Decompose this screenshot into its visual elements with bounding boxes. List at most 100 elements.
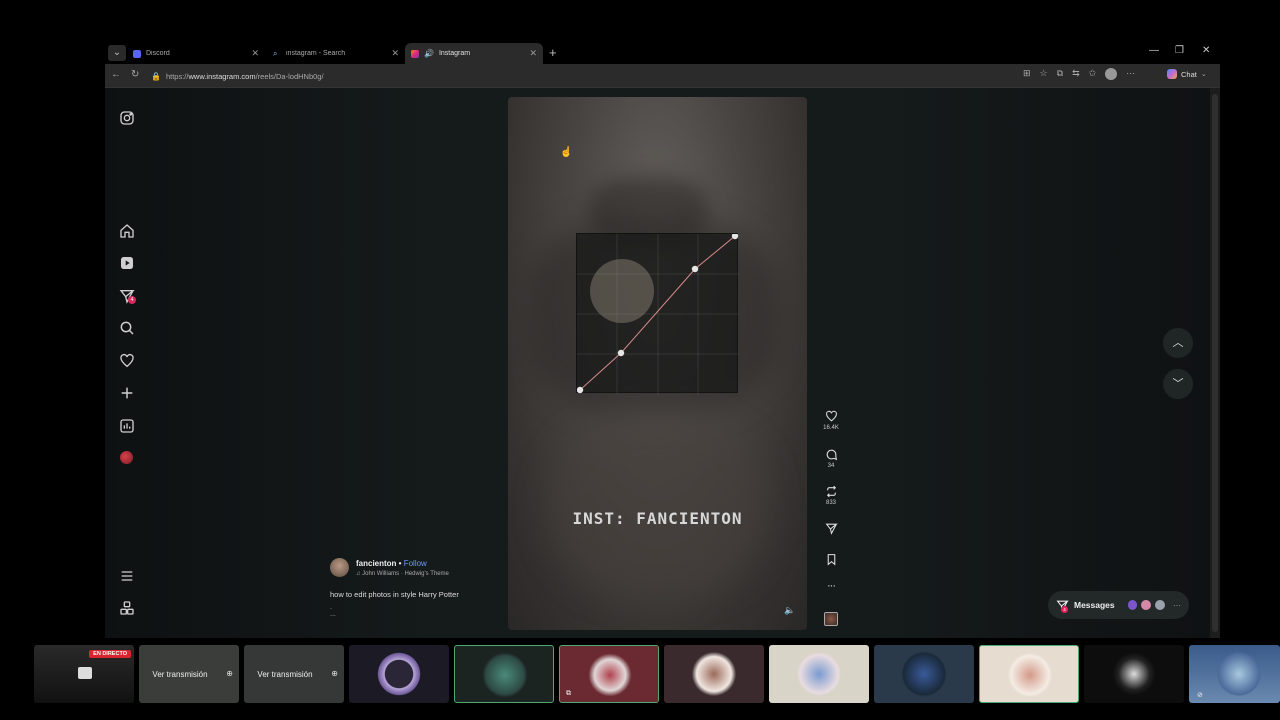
mouse-cursor-icon: ☝	[560, 147, 573, 158]
next-reel-button[interactable]: ﹀	[1163, 369, 1193, 399]
tab-instagram-search[interactable]: ⌕ instagram - Search ✕	[267, 43, 405, 64]
tab-instagram[interactable]: 🔊 Instagram ✕	[405, 43, 543, 64]
speaker-icon[interactable]: 🔊	[424, 49, 434, 58]
refresh-button[interactable]: ↻	[131, 69, 139, 80]
url-field[interactable]: 🔒 https://www.instagram.com/reels/Da-lod…	[151, 68, 1001, 84]
profile-avatar[interactable]	[1105, 68, 1118, 80]
zoom-in-icon[interactable]: ⊕	[331, 669, 338, 678]
chevron-down-icon[interactable]: ⌄	[1201, 70, 1207, 78]
address-bar: ← ↻ 🔒 https://www.instagram.com/reels/Da…	[105, 64, 1220, 88]
reels-icon[interactable]	[119, 255, 135, 271]
instagram-sidebar: 4	[105, 88, 149, 638]
previous-reel-button[interactable]: ︿	[1163, 328, 1193, 358]
author-username[interactable]: fancienton	[356, 559, 396, 568]
watch-stream-button[interactable]: Ver transmisión ⊕	[139, 645, 239, 703]
restore-button[interactable]: ❐	[1175, 45, 1184, 56]
more-menu-icon[interactable]: ⋯	[1126, 68, 1135, 80]
tab-title: Discord	[146, 50, 170, 57]
participant-tile[interactable]	[874, 645, 974, 703]
scrollbar-thumb[interactable]	[1212, 94, 1218, 632]
audio-cover-thumbnail[interactable]	[824, 612, 838, 626]
minimize-button[interactable]: —	[1149, 45, 1159, 56]
participant-tile[interactable]	[349, 645, 449, 703]
instagram-logo-icon[interactable]	[119, 110, 135, 126]
app-available-icon[interactable]: ⊞	[1023, 68, 1031, 80]
stream-thumbnail-watch[interactable]: Ver transmisión ⊕	[244, 645, 344, 703]
create-plus-icon[interactable]	[119, 385, 135, 401]
audio-track-link[interactable]: ♫ John Williams · Hedwig's Theme	[356, 571, 449, 577]
follow-button[interactable]: Follow	[404, 559, 427, 568]
participant-tile[interactable]	[1084, 645, 1184, 703]
volume-icon[interactable]: 🔈	[784, 605, 795, 616]
like-count: 16.4K	[823, 425, 839, 431]
page-scrollbar[interactable]	[1210, 88, 1220, 638]
save-button[interactable]	[820, 553, 842, 566]
watch-label: Ver transmisión	[257, 669, 313, 679]
participant-tile[interactable]	[769, 645, 869, 703]
home-icon[interactable]	[119, 223, 135, 239]
participant-avatar	[899, 650, 949, 698]
more-apps-icon[interactable]	[119, 600, 135, 616]
instagram-favicon-icon	[411, 49, 419, 58]
comment-button[interactable]: 34	[820, 448, 842, 469]
dashboard-icon[interactable]	[119, 418, 135, 434]
back-button[interactable]: ←	[111, 69, 121, 80]
profile-avatar	[120, 451, 133, 464]
new-tab-button[interactable]: +	[549, 45, 557, 60]
participant-avatar	[585, 651, 635, 699]
contact-avatar	[1126, 599, 1139, 611]
search-icon[interactable]	[119, 320, 135, 336]
close-tab-icon[interactable]: ✕	[251, 48, 259, 59]
notifications-heart-icon[interactable]	[119, 353, 135, 369]
share-icon	[825, 523, 838, 535]
live-stream-thumbnail[interactable]: EN DIRECTO	[34, 645, 134, 703]
extension-icon[interactable]: ⧉	[1057, 68, 1063, 80]
profile-icon[interactable]	[119, 450, 135, 466]
participant-tile[interactable]: ⊘	[1189, 645, 1280, 703]
close-tab-icon[interactable]: ✕	[529, 48, 537, 59]
separator-dot: •	[396, 559, 404, 568]
caption-more[interactable]: ....	[330, 604, 336, 618]
close-tab-icon[interactable]: ✕	[391, 48, 399, 59]
menu-icon[interactable]	[119, 568, 135, 584]
split-screen-icon[interactable]: ⇆	[1072, 68, 1080, 80]
share-button[interactable]	[820, 522, 842, 535]
participant-tile[interactable]	[454, 645, 554, 703]
lock-icon[interactable]: 🔒	[151, 72, 161, 81]
author-avatar[interactable]	[330, 558, 349, 577]
participant-tile[interactable]: ⧉	[559, 645, 659, 703]
stream-strip: EN DIRECTO Ver transmisión ⊕ Ver transmi…	[0, 643, 1280, 705]
url-prefix: https://	[165, 71, 189, 81]
watch-stream-button[interactable]: Ver transmisión ⊕	[244, 645, 344, 703]
video-background	[548, 417, 768, 597]
participant-avatar	[1214, 650, 1264, 698]
repost-icon	[826, 485, 836, 498]
copilot-chat-button[interactable]: Chat ⌄	[1167, 69, 1207, 79]
participant-avatar	[480, 651, 530, 699]
tab-bar: ⌄ Discord ✕ ⌕ instagram - Search ✕ 🔊 Ins…	[105, 43, 1220, 64]
close-window-button[interactable]: ✕	[1202, 45, 1210, 56]
stream-thumbnail-watch[interactable]: Ver transmisión ⊕	[139, 645, 239, 703]
bookmark-icon	[827, 554, 835, 566]
tab-discord[interactable]: Discord ✕	[127, 43, 265, 64]
page-viewport: 4 INST: FANCIENTON 🔈 ☝ fancienton • Foll…	[105, 88, 1210, 638]
messages-button[interactable]: 4 Messages ···	[1048, 591, 1189, 619]
tab-title: Instagram	[438, 50, 471, 57]
repost-button[interactable]: 833	[820, 485, 842, 506]
live-badge: EN DIRECTO	[89, 650, 131, 658]
caption-ellipsis: ...	[330, 611, 336, 618]
more-options-icon[interactable]: ···	[820, 580, 842, 592]
reel-video[interactable]: INST: FANCIENTON 🔈 ☝	[508, 97, 807, 630]
tab-actions-menu-button[interactable]: ⌄	[108, 45, 126, 61]
favorite-star-icon[interactable]: ☆	[1040, 68, 1048, 80]
participant-avatar	[1005, 651, 1055, 699]
zoom-in-icon[interactable]: ⊕	[226, 669, 233, 678]
favorites-icon[interactable]: ✩	[1089, 68, 1097, 80]
messages-badge: 4	[128, 296, 136, 304]
comment-count: 34	[827, 463, 835, 469]
participant-tile[interactable]	[979, 645, 1079, 703]
participant-tile[interactable]	[664, 645, 764, 703]
messages-icon[interactable]: 4	[119, 288, 136, 304]
screen-share-icon: ⧉	[566, 690, 571, 697]
like-button[interactable]: 16.4K	[820, 410, 842, 431]
